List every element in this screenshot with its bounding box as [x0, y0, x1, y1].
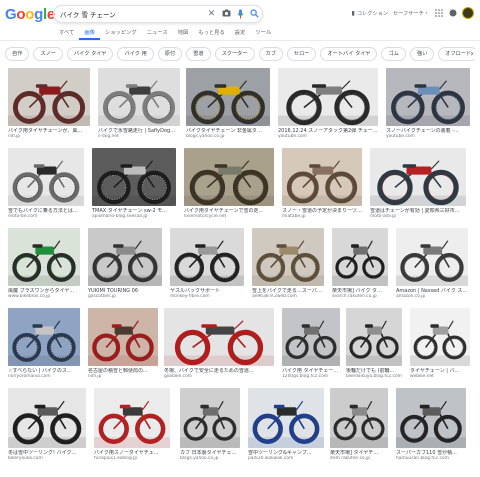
result-thumbnail[interactable] [92, 148, 176, 206]
result-thumbnail[interactable] [8, 388, 86, 448]
image-result[interactable]: 楽天市場] バイク タ... search.rakuten.co.jp [332, 228, 388, 302]
result-thumbnail[interactable] [410, 308, 470, 366]
result-source: apiomario-blog.seesaa.jp [92, 214, 148, 219]
result-source: moto-adv.jp [370, 214, 397, 219]
result-source: blogs.yahoo.co.jp [186, 134, 225, 139]
result-source: item.rakuten.co.jp [330, 456, 371, 461]
result-thumbnail[interactable] [346, 308, 402, 366]
result-thumbnail[interactable] [170, 228, 244, 286]
result-thumbnail[interactable] [396, 388, 466, 448]
image-result[interactable]: ヤスルバックサポート monkey-fibre.com [170, 228, 244, 302]
image-result[interactable]: 後輪だけでも (前輪... bikedaisuyo.blog.fc2.com [346, 308, 402, 382]
result-source: nifl.jp [8, 134, 21, 139]
result-source: niifi.jp [88, 374, 102, 379]
result-source: youtube.com [386, 134, 415, 139]
image-result[interactable]: 名古屋の積雪と郵便局の... niifi.jp [88, 308, 158, 382]
image-result[interactable]: スノー・雪道の予定が決まりーツーリン...miatabe.jp [282, 148, 362, 222]
image-result[interactable]: YUKIMI TOURING 06 gascotties.jp [88, 228, 162, 302]
image-result[interactable]: TMAX タイヤチェーン sw-2 モ... apiomario-blog.see… [92, 148, 176, 222]
image-result[interactable]: バイク用 タイヤチェーン・...1200gs.blog.fc2.com [282, 308, 340, 382]
result-source: gascotties.jp [88, 294, 116, 299]
result-thumbnail[interactable] [386, 68, 470, 126]
result-thumbnail[interactable] [164, 308, 274, 366]
result-source: search.rakuten.co.jp [332, 294, 377, 299]
result-thumbnail[interactable] [330, 388, 388, 448]
result-thumbnail[interactable] [282, 148, 362, 206]
result-source: funaplus1.exblog.jp [94, 456, 138, 461]
image-result[interactable]: カブ 日本製タイヤチェーン blogs.yahoo.co.jp [180, 388, 240, 464]
result-source: noriyoromania.com [8, 374, 51, 379]
result-source: miatabe.jp [282, 214, 306, 219]
result-thumbnail[interactable] [88, 228, 162, 286]
result-thumbnail[interactable] [184, 148, 274, 206]
result-source: www.bikebros.co.jp [8, 294, 51, 299]
image-result[interactable]: Amazon | Nassed バイク ス... amazon.co.jp [396, 228, 468, 302]
result-source: monkey-fibre.com [170, 294, 210, 299]
result-source: 1200gs.blog.fc2.com [282, 374, 329, 379]
result-thumbnail[interactable] [396, 228, 468, 286]
result-source: blogs.yahoo.co.jp [180, 456, 219, 461]
result-thumbnail[interactable] [94, 388, 170, 448]
result-source: moto-be.com [8, 214, 38, 219]
result-thumbnail[interactable] [88, 308, 158, 366]
result-thumbnail[interactable] [282, 308, 340, 366]
image-result[interactable]: 冬は雪中ツーリング! バイク... bikeryouko.com [8, 388, 86, 464]
result-source: bikeryouko.com [8, 456, 43, 461]
result-source: park20.wakwak.com [248, 456, 294, 461]
image-result[interactable]: 2016.12.24 スノーアタック第2弾 チェー... youtube.com [278, 68, 378, 142]
image-result[interactable]: 風魔 ブラスワンからタイヤ... www.bikebros.co.jp [8, 228, 80, 302]
image-result[interactable]: バイク用スノーダイヤチェ... funaplus1.exblog.jp [94, 388, 170, 464]
image-result[interactable]: バイク用タイヤチェーンが、風... nifl.jp [8, 68, 90, 142]
result-thumbnail[interactable] [180, 388, 240, 448]
image-result[interactable]: タイヤチェーン | バ... webike.net [410, 308, 470, 382]
image-result[interactable]: バイク用タイヤチェーンで雪の走... lovemotorcycle.net [184, 148, 274, 222]
image-results: バイク用タイヤチェーンが、風... nifl.jp バイクで氷雪路走行 | Saf… [0, 0, 480, 477]
result-source: webike.net [410, 374, 434, 379]
result-source: amazon.co.jp [396, 294, 426, 299]
result-thumbnail[interactable] [248, 388, 324, 448]
result-source: lovemotorcycle.net [184, 214, 227, 219]
image-result[interactable]: バイクで氷雪路走行 | SafiyDog... s-dog.net [98, 68, 180, 142]
result-source: bikedaisuyo.blog.fc2.com [346, 374, 402, 379]
result-thumbnail[interactable] [278, 68, 378, 126]
image-result[interactable]: スーパーカブ110 雪が積... hamuusan.blog.fc2.com [396, 388, 466, 464]
result-thumbnail[interactable] [8, 68, 90, 126]
result-thumbnail[interactable] [332, 228, 388, 286]
result-thumbnail[interactable] [8, 308, 80, 366]
image-result[interactable]: 楽天市場] タイヤチ... item.rakuten.co.jp [330, 388, 388, 464]
image-result[interactable]: スノーバイクチェーンの装着 -... youtube.com [386, 68, 470, 142]
result-thumbnail[interactable] [186, 68, 270, 126]
image-result[interactable]: バイクタイヤチェーン 非金属タ... blogs.yahoo.co.jp [186, 68, 270, 142]
result-source: hamuusan.blog.fc2.com [396, 456, 449, 461]
image-result[interactable]: 雪上をバイクで走る…スーパー... ae9638.9.2web.com [252, 228, 324, 302]
result-source: s-dog.net [98, 134, 119, 139]
result-thumbnail[interactable] [252, 228, 324, 286]
image-result[interactable]: 雪でもバイクに乗る方法とは... moto-be.com [8, 148, 84, 222]
image-result[interactable]: ☆すべらない | バイクのス... noriyoromania.com [8, 308, 80, 382]
result-source: goobike.com [164, 374, 193, 379]
image-result[interactable]: 冬場、バイクで安全に走るための雪道... goobike.com [164, 308, 274, 382]
result-thumbnail[interactable] [8, 148, 84, 206]
result-source: ae9638.9.2web.com [252, 294, 297, 299]
result-source: youtube.com [278, 134, 307, 139]
result-thumbnail[interactable] [8, 228, 80, 286]
image-result[interactable]: 雪中ツーリング&キャンプ... park20.wakwak.com [248, 388, 324, 464]
result-thumbnail[interactable] [98, 68, 180, 126]
result-thumbnail[interactable] [370, 148, 466, 206]
image-result[interactable]: 雪道はチェーンが有効 | 愛知県三好市... moto-adv.jp [370, 148, 466, 222]
